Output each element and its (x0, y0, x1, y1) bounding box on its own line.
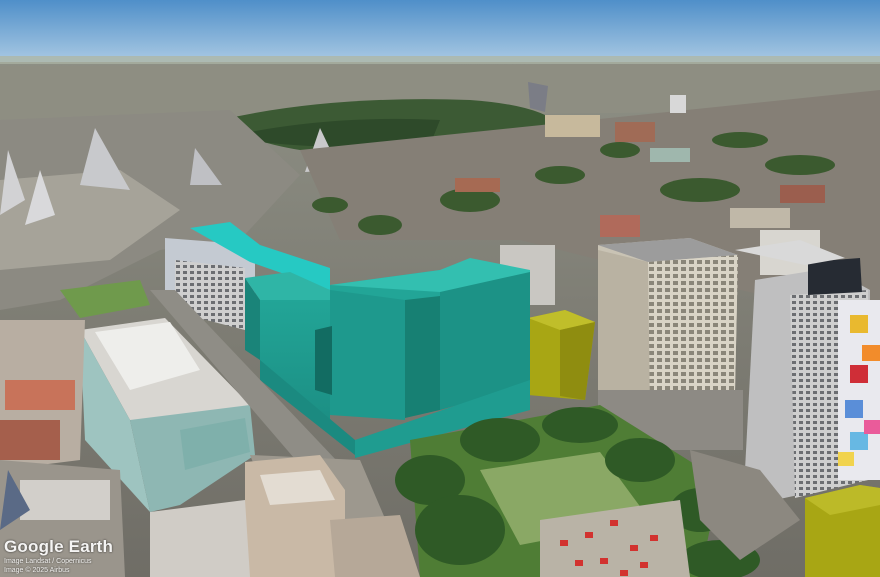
olive-building-center (528, 310, 595, 400)
google-earth-logo: Google Earth (4, 537, 114, 556)
olive-building-right (805, 485, 880, 577)
sky (0, 0, 880, 62)
imagery-credit-landsat: Image Landsat / Copernicus (4, 558, 92, 565)
imagery-credit-airbus: Image © 2025 Airbus (4, 567, 70, 574)
map-3d-view[interactable] (0, 0, 880, 577)
terrain-spike (528, 82, 548, 112)
colorful-facade (838, 300, 880, 480)
google-earth-watermark: Google Earth Image Landsat / Copernicus … (4, 537, 113, 575)
